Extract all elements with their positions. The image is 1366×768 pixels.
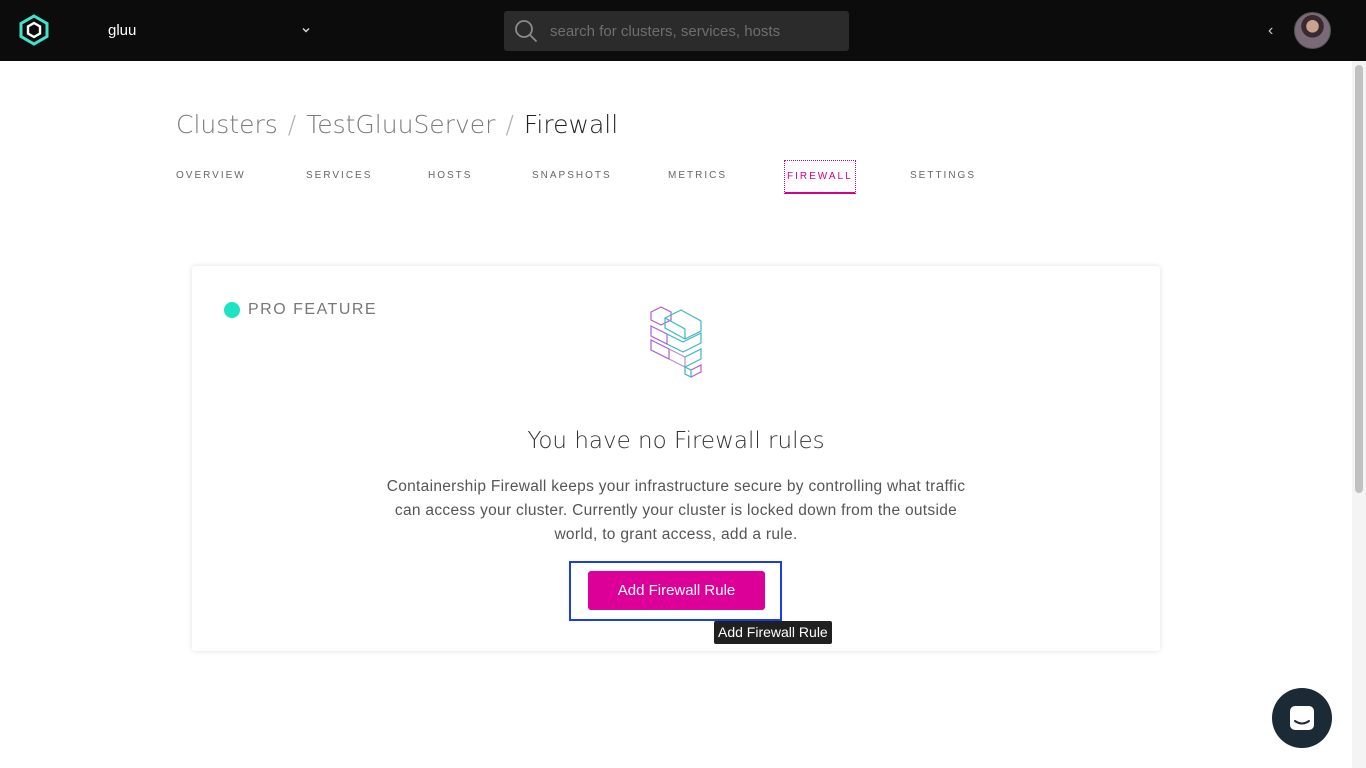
breadcrumb-clusters[interactable]: Clusters bbox=[176, 110, 278, 139]
tab-services[interactable]: SERVICES bbox=[306, 170, 372, 181]
page-title: Firewall bbox=[523, 110, 619, 139]
button-tooltip: Add Firewall Rule bbox=[714, 621, 832, 644]
pro-feature-dot bbox=[224, 302, 240, 318]
org-name[interactable]: gluu bbox=[108, 22, 136, 39]
tab-firewall[interactable]: FIREWALL bbox=[784, 160, 856, 194]
chevron-down-icon[interactable] bbox=[300, 24, 312, 36]
chat-icon bbox=[1290, 706, 1314, 730]
search-box[interactable] bbox=[504, 11, 849, 51]
breadcrumb-separator: / bbox=[287, 110, 297, 139]
pro-feature-label: PRO FEATURE bbox=[248, 301, 378, 318]
chevron-left-icon[interactable]: ‹ bbox=[1268, 23, 1273, 39]
tab-snapshots[interactable]: SNAPSHOTS bbox=[532, 170, 612, 181]
tab-metrics[interactable]: METRICS bbox=[668, 170, 727, 181]
tab-settings[interactable]: SETTINGS bbox=[910, 170, 976, 181]
chat-launcher-button[interactable] bbox=[1272, 688, 1332, 748]
scrollbar[interactable] bbox=[1352, 61, 1366, 768]
tab-overview[interactable]: OVERVIEW bbox=[176, 170, 246, 181]
empty-state-description: Containership Firewall keeps your infras… bbox=[386, 478, 966, 543]
top-bar: gluu ‹ bbox=[0, 0, 1366, 61]
breadcrumb-cluster-name[interactable]: TestGluuServer bbox=[306, 110, 495, 139]
search-icon bbox=[515, 20, 538, 43]
containership-logo-icon[interactable] bbox=[18, 14, 50, 46]
breadcrumb-separator: / bbox=[505, 110, 514, 139]
empty-state-title: You have no Firewall rules bbox=[527, 428, 825, 454]
firewall-bricks-icon bbox=[650, 306, 702, 378]
breadcrumb: Clusters / TestGluuServer / Firewall bbox=[176, 110, 618, 139]
search-input[interactable] bbox=[550, 11, 840, 51]
tab-hosts[interactable]: HOSTS bbox=[428, 170, 472, 181]
add-firewall-rule-button[interactable]: Add Firewall Rule bbox=[588, 571, 765, 610]
empty-state-card: PRO FEATURE You have no Firewall rules C… bbox=[192, 266, 1160, 651]
avatar[interactable] bbox=[1294, 12, 1331, 49]
scrollbar-thumb[interactable] bbox=[1355, 65, 1363, 493]
